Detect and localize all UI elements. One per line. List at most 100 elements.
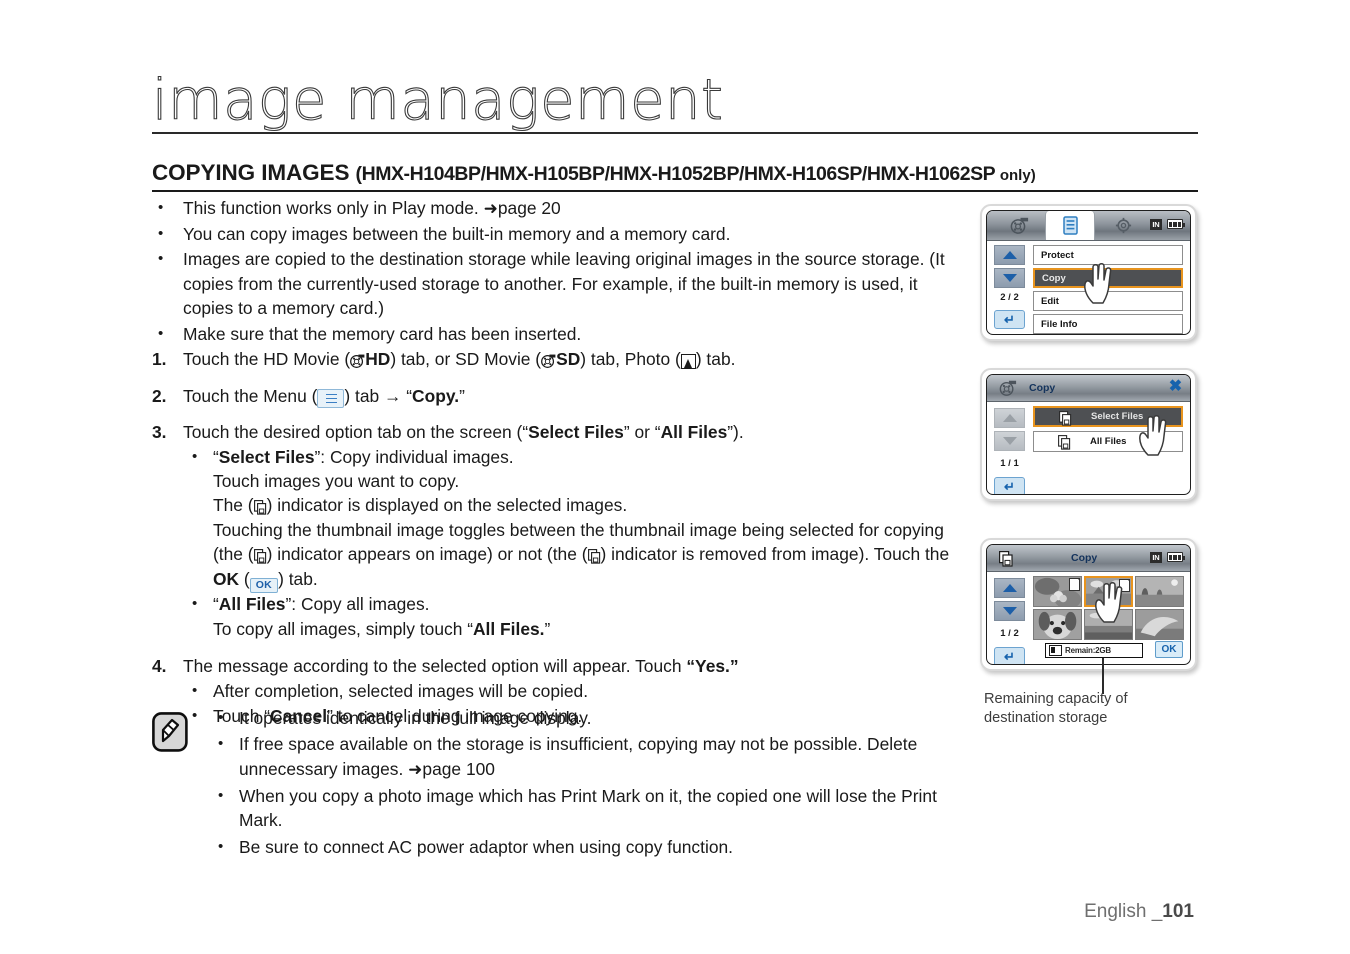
menu-item-edit[interactable]: Edit — [1033, 291, 1183, 311]
bullet-marker: • — [158, 224, 164, 242]
chevron-up-icon — [1002, 414, 1017, 422]
step-number: 2. — [152, 385, 167, 406]
gear-icon — [1115, 217, 1131, 234]
text-run: ( — [239, 568, 250, 589]
thumbnail-item[interactable] — [1135, 609, 1184, 640]
list-item-text: If free space available on the storage i… — [239, 732, 972, 781]
list-item: • After completion, selected images will… — [183, 679, 972, 703]
bullet-marker: • — [158, 324, 164, 342]
bullet-marker: • — [218, 837, 224, 855]
scroll-down-button[interactable] — [994, 431, 1025, 451]
text-run: The ( — [213, 495, 254, 516]
bullet-marker: • — [192, 681, 198, 699]
text-run: ) tab — [344, 385, 385, 406]
callout-line-1: Remaining capacity of — [984, 691, 1128, 707]
menu-item-file-info[interactable]: File Info — [1033, 314, 1183, 334]
copy-label: Copy. — [412, 385, 460, 406]
page-indicator: 2 / 2 — [1000, 292, 1019, 303]
text-run: ) indicator is removed from image). Touc… — [600, 544, 950, 565]
photo-tab-icon — [680, 354, 696, 370]
list-item-text: “All Files”: Copy all images. To copy al… — [213, 592, 972, 641]
sub-line: The ( ) indicator is displayed on the sel… — [213, 493, 972, 517]
memory-badge: IN — [1149, 219, 1162, 230]
film-icon — [999, 380, 1017, 398]
tab-settings[interactable] — [1099, 211, 1147, 240]
lcd-screenshot-copy-dialog: Copy ✖ 1 / 1 ↵ Select Files All Files — [980, 368, 1197, 501]
text-run: The message according to the selected op… — [183, 656, 687, 677]
chevron-up-icon — [1002, 584, 1017, 592]
body-content: • This function works only in Play mode.… — [152, 196, 972, 741]
option-select-files[interactable]: Select Files — [1033, 406, 1183, 427]
list-item: • This function works only in Play mode.… — [152, 196, 972, 221]
ok-tab-icon: OK — [249, 577, 279, 594]
note-list: • It operates identically in the full im… — [210, 706, 972, 861]
back-button[interactable]: ↵ — [994, 310, 1025, 329]
scroll-up-button[interactable] — [994, 578, 1025, 598]
text-run: ) indicator appears on image) or not (th… — [266, 544, 588, 565]
list-item-text: Make sure that the memory card has been … — [183, 323, 582, 344]
lcd-screenshot-menu: IN 2 / 2 ↵ Protect Copy Edit File Info — [980, 204, 1197, 341]
text-run: Touch the desired option tab on the scre… — [183, 422, 529, 443]
section-heading-only: only) — [999, 167, 1036, 184]
list-item: • Make sure that the memory card has bee… — [152, 322, 972, 346]
select-files-label: Select Files — [528, 422, 624, 443]
list-item: • If free space available on the storage… — [210, 732, 972, 781]
step-1: 1. Touch the HD Movie (HD) tab, or SD Mo… — [152, 347, 972, 371]
scroll-up-button[interactable] — [994, 245, 1025, 265]
page-indicator: 1 / 1 — [1000, 458, 1019, 469]
scroll-down-button[interactable] — [994, 268, 1025, 288]
sub-line: Touch images you want to copy. — [213, 470, 460, 491]
text-run: ”: Copy all images. — [285, 594, 430, 615]
step-text: Touch the desired option tab on the scre… — [183, 420, 972, 642]
text-run: If free space available on the storage i… — [239, 734, 918, 779]
lcd-inner-thumbs: Copy IN 1 / 2 ↵ Remain:2GB OK — [986, 544, 1191, 665]
ok-button[interactable]: OK — [1155, 641, 1183, 658]
close-icon[interactable]: ✖ — [1168, 379, 1183, 395]
text-run: To copy all images, simply touch “ — [213, 618, 473, 639]
remaining-capacity-text: Remain:2GB — [1065, 646, 1112, 655]
dialog-titlebar: Copy ✖ — [987, 375, 1190, 402]
list-item: • “All Files”: Copy all images. To copy … — [183, 592, 972, 641]
page-title-text: image management — [151, 68, 724, 133]
back-button[interactable]: ↵ — [994, 647, 1025, 664]
step-text: Touch the Menu () tab → “Copy.” — [183, 384, 972, 408]
menu-item-protect[interactable]: Protect — [1033, 245, 1183, 265]
scroll-up-button[interactable] — [994, 408, 1025, 428]
tab-movie[interactable] — [995, 211, 1043, 240]
tab-menu-selected[interactable] — [1045, 211, 1095, 240]
scroll-down-button[interactable] — [994, 601, 1025, 621]
callout-label: Remaining capacity of destination storag… — [984, 690, 1194, 727]
list-item: • It operates identically in the full im… — [210, 706, 972, 730]
memory-card-icon — [1049, 645, 1062, 656]
yes-label: “Yes.” — [686, 656, 739, 677]
numbered-steps: 1. Touch the HD Movie (HD) tab, or SD Mo… — [152, 347, 972, 729]
footer-language: English _ — [1084, 901, 1163, 922]
list-item: • “Select Files”: Copy individual images… — [183, 445, 972, 594]
lcd-screenshot-thumbnails: Copy IN 1 / 2 ↵ Remain:2GB OK — [980, 538, 1197, 671]
bullet-marker: • — [192, 595, 198, 613]
option-all-files[interactable]: All Files — [1033, 431, 1183, 452]
menu-item-copy[interactable]: Copy — [1033, 268, 1183, 288]
page-ref: page 100 — [422, 758, 495, 779]
thumbnail-item[interactable] — [1084, 609, 1133, 640]
thumbnail-item[interactable] — [1135, 576, 1184, 607]
lcd-nav-column — [994, 408, 1025, 451]
chevron-down-icon — [1002, 607, 1017, 615]
page-ref: page 20 — [497, 198, 561, 218]
thumbnail-titlebar: Copy IN — [987, 545, 1190, 572]
section-heading-main: COPYING IMAGES — [152, 160, 356, 185]
text-run: ) indicator is displayed on the selected… — [266, 495, 628, 516]
thumbnail-item[interactable] — [1033, 609, 1082, 640]
chevron-down-icon — [1002, 274, 1017, 282]
thumbnail-item[interactable] — [1033, 576, 1082, 607]
lcd-nav-column — [994, 578, 1025, 621]
thumbnail-item-selected[interactable] — [1084, 576, 1133, 607]
callout-line-2: destination storage — [984, 709, 1108, 726]
all-files-label: All Files — [660, 422, 728, 443]
back-button[interactable]: ↵ — [994, 477, 1025, 494]
memory-badge: IN — [1149, 552, 1162, 563]
step-3-sublist: • “Select Files”: Copy individual images… — [183, 445, 972, 642]
ok-bold-label: OK — [213, 568, 240, 589]
lcd-inner-menu: IN 2 / 2 ↵ Protect Copy Edit File Info — [986, 210, 1191, 335]
text-run: ” or “ — [623, 422, 661, 443]
